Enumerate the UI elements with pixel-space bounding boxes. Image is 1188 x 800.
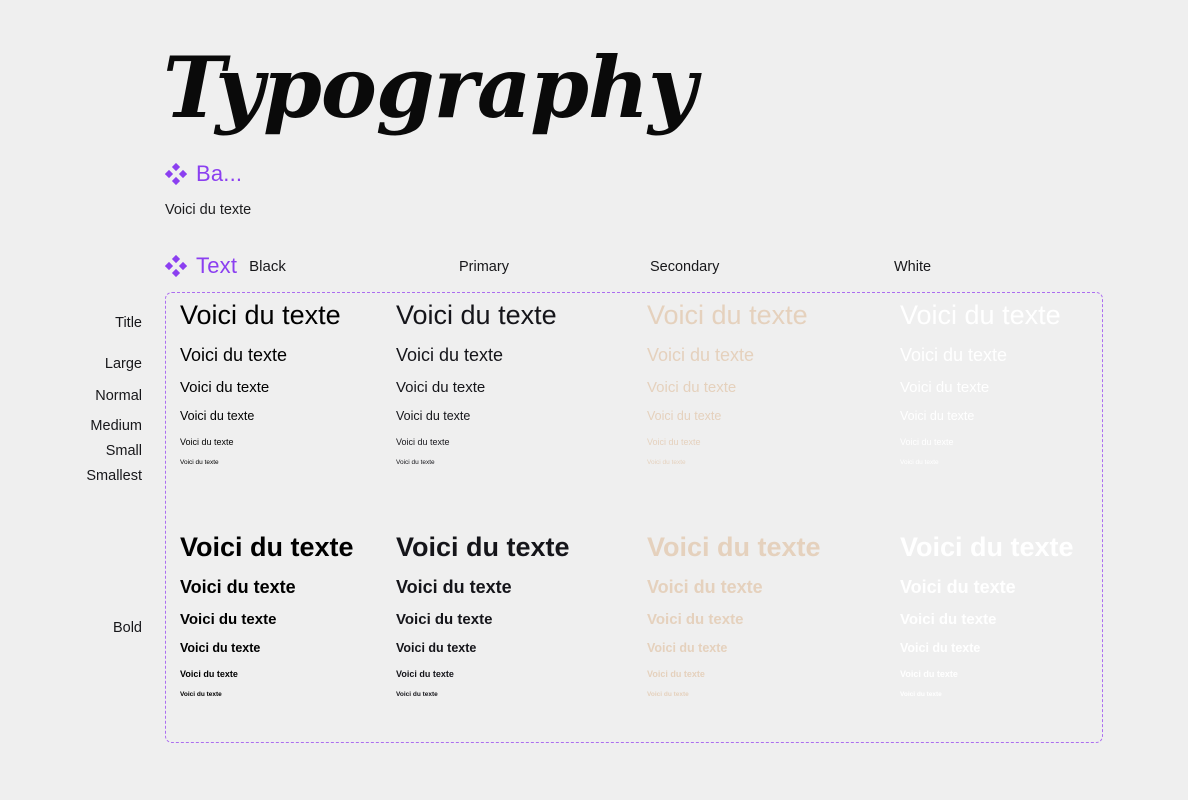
sample-medium: Voici du texte — [180, 640, 261, 655]
sample-normal: Voici du texte — [396, 610, 493, 628]
sample-title: Voici du texte — [396, 300, 557, 330]
sample-smallest: Voici du texte — [396, 459, 435, 467]
sample-column-primary: Voici du texte Voici du texte Voici du t… — [396, 525, 570, 705]
sample-smallest: Voici du texte — [180, 691, 222, 699]
sample-large: Voici du texte — [900, 577, 1016, 597]
sample-large: Voici du texte — [396, 577, 512, 597]
sample-large: Voici du texte — [900, 345, 1008, 365]
sample-small: Voici du texte — [900, 668, 958, 679]
sample-title: Voici du texte — [900, 532, 1074, 562]
sample-large: Voici du texte — [396, 345, 504, 365]
sample-small: Voici du texte — [647, 668, 705, 679]
row-label-bold: Bold — [112, 620, 142, 636]
sample-column-secondary: Voici du texte Voici du texte Voici du t… — [647, 293, 808, 473]
sample-smallest: Voici du texte — [900, 691, 942, 699]
sample-large: Voici du texte — [647, 345, 755, 365]
sample-normal: Voici du texte — [647, 378, 737, 396]
sample-normal: Voici du texte — [180, 378, 270, 396]
sample-title: Voici du texte — [647, 300, 808, 330]
section-title-text: Text — [196, 253, 238, 278]
row-label-smallest: Smallest — [86, 468, 142, 484]
row-label-small: Small — [105, 443, 142, 459]
row-label-normal: Normal — [95, 388, 142, 404]
diamond-cluster-icon — [164, 162, 188, 186]
sample-large: Voici du texte — [180, 345, 288, 365]
column-header-white: White — [894, 259, 932, 275]
typography-sample-frame: Voici du texte Voici du texte Voici du t… — [165, 292, 1103, 743]
sample-medium: Voici du texte — [647, 640, 728, 655]
sample-normal: Voici du texte — [180, 610, 277, 628]
sample-title: Voici du texte — [180, 300, 341, 330]
sample-column-black: Voici du texte Voici du texte Voici du t… — [180, 525, 354, 705]
sample-medium: Voici du texte — [647, 408, 722, 423]
row-label-medium: Medium — [90, 418, 142, 434]
section-header-basics: Ba... — [164, 161, 243, 187]
sample-smallest: Voici du texte — [647, 459, 686, 467]
sample-title: Voici du texte — [647, 532, 821, 562]
sample-column-secondary: Voici du texte Voici du texte Voici du t… — [647, 525, 821, 705]
sample-smallest: Voici du texte — [900, 459, 939, 467]
column-header-primary: Primary — [459, 259, 509, 275]
row-label-title: Title — [115, 315, 142, 331]
sample-large: Voici du texte — [647, 577, 763, 597]
sample-small: Voici du texte — [396, 436, 450, 447]
sample-small: Voici du texte — [647, 436, 701, 447]
column-header-secondary: Secondary — [650, 259, 720, 275]
sample-smallest: Voici du texte — [180, 459, 219, 467]
sample-medium: Voici du texte — [900, 640, 981, 655]
sample-title: Voici du texte — [396, 532, 570, 562]
basics-sample-text: Voici du texte — [165, 202, 252, 218]
sample-small: Voici du texte — [396, 668, 454, 679]
diamond-cluster-icon — [164, 254, 188, 278]
sample-small: Voici du texte — [900, 436, 954, 447]
sample-smallest: Voici du texte — [647, 691, 689, 699]
section-title-basics: Ba... — [196, 161, 243, 186]
sample-medium: Voici du texte — [180, 408, 255, 423]
sample-medium: Voici du texte — [396, 640, 477, 655]
sample-medium: Voici du texte — [900, 408, 975, 423]
sample-normal: Voici du texte — [900, 378, 990, 396]
page-title: Typography — [163, 38, 697, 137]
sample-normal: Voici du texte — [647, 610, 744, 628]
sample-column-white: Voici du texte Voici du texte Voici du t… — [900, 525, 1074, 705]
sample-medium: Voici du texte — [396, 408, 471, 423]
column-header-black: Black — [249, 257, 286, 275]
sample-large: Voici du texte — [180, 577, 296, 597]
sample-title: Voici du texte — [900, 300, 1061, 330]
sample-column-black: Voici du texte Voici du texte Voici du t… — [180, 293, 341, 473]
sample-small: Voici du texte — [180, 668, 238, 679]
sample-column-primary: Voici du texte Voici du texte Voici du t… — [396, 293, 557, 473]
sample-normal: Voici du texte — [900, 610, 997, 628]
row-label-large: Large — [104, 356, 142, 372]
sample-smallest: Voici du texte — [396, 691, 438, 699]
sample-normal: Voici du texte — [396, 378, 486, 396]
sample-column-white: Voici du texte Voici du texte Voici du t… — [900, 293, 1061, 473]
section-header-text: Text Black — [164, 253, 286, 279]
sample-title: Voici du texte — [180, 532, 354, 562]
sample-small: Voici du texte — [180, 436, 234, 447]
